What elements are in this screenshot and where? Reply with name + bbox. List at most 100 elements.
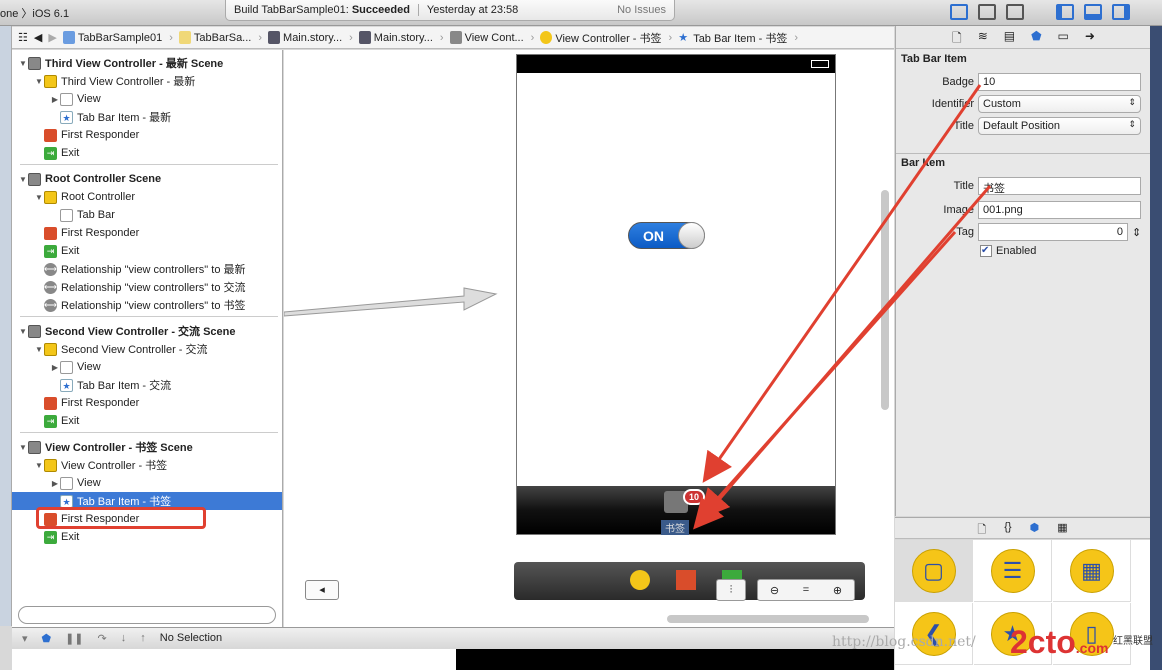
tab-bar[interactable]: 10 书签 [517,486,835,535]
hide-debug-icon[interactable]: ▾ [22,632,28,645]
relationship-segue-arrow[interactable] [284,280,516,320]
outline-item[interactable]: ▶ View [12,90,282,108]
code-snippet-icon[interactable]: {} [1004,521,1011,538]
step-into-icon[interactable]: ↓ [121,632,127,644]
assistant-editor-icon[interactable] [978,4,996,20]
disclosure-triangle[interactable]: ▶ [50,363,60,372]
bar-title-field[interactable]: 书签 [978,177,1141,195]
outline-item[interactable]: ▼ Third View Controller - 最新 [12,72,282,90]
utilities-toggle-icon[interactable] [1112,4,1130,20]
on-off-switch[interactable]: ON [628,222,705,249]
related-items-icon[interactable]: ☷ [18,31,28,44]
connections-inspector-icon[interactable]: ➜ [1085,29,1095,48]
crumb-tab-bar-item[interactable]: ★ Tab Bar Item - 书签 [678,30,798,46]
tab-item-title[interactable]: 书签 [661,520,689,535]
file-template-icon[interactable]: 🗋 [977,521,986,538]
vc-icon [44,342,57,356]
identity-inspector-icon[interactable]: ▤ [1004,29,1015,48]
back-icon[interactable]: ◀ [34,31,42,44]
quick-help-icon[interactable]: ≋ [978,29,988,48]
file-inspector-icon[interactable]: 🗋 [952,29,962,48]
view-controller-frame[interactable]: ON 10 书签 [516,54,836,535]
tag-stepper[interactable]: ⇕ [1132,226,1141,239]
disclosure-triangle[interactable]: ▼ [34,77,44,86]
standard-editor-icon[interactable] [950,4,968,20]
disclosure-triangle[interactable]: ▶ [50,479,60,488]
outline-item[interactable]: ▼ Root Controller [12,188,282,206]
build-time: Yesterday at 23:58 [426,4,519,16]
disclosure-triangle[interactable]: ▼ [18,327,28,336]
outline-item[interactable]: First Responder [12,224,282,242]
variables-view[interactable] [12,649,456,670]
library-item-table-view-controller[interactable]: ☰ [974,540,1052,602]
crumb-storyboard[interactable]: Main.story... [268,31,353,44]
size-inspector-icon[interactable]: ▭ [1058,29,1069,48]
media-library-icon[interactable]: ▦ [1057,521,1067,538]
outline-item[interactable]: First Responder [12,126,282,144]
outline-item[interactable]: ▼ Second View Controller - 交流 Scene [12,322,282,340]
image-combobox[interactable]: 001.png [978,201,1141,219]
outline-item[interactable]: ⇥ Exit [12,528,282,546]
disclosure-triangle[interactable]: ▼ [34,193,44,202]
canvas-horizontal-scrollbar[interactable] [667,615,869,623]
crumb-view-controller[interactable]: View Controller - 书签 [540,30,672,46]
outline-item-label: Relationship "view controllers" to 书签 [61,300,246,312]
outline-item[interactable]: ▼ View Controller - 书签 Scene [12,438,282,456]
crumb-storyboard-base[interactable]: Main.story... [358,31,444,44]
crumb-folder[interactable]: TabBarSa... [178,31,262,44]
debug-toggle-icon[interactable] [1084,4,1102,20]
resolve-autolayout-button[interactable]: ⫶ [716,579,746,601]
outline-item-label: View [77,93,101,105]
object-library-icon[interactable]: ⬢ [1030,521,1040,538]
disclosure-triangle[interactable]: ▶ [50,95,60,104]
library-item-collection-view-controller[interactable]: ▦ [1053,540,1131,602]
title-position-popup[interactable]: Default Position [978,117,1141,135]
disclosure-triangle[interactable]: ▼ [34,345,44,354]
navigator-toggle-icon[interactable] [1056,4,1074,20]
enabled-checkbox[interactable]: ✔ [980,245,992,257]
outline-item[interactable]: ⇥ Exit [12,144,282,162]
outline-item[interactable]: ▼ View Controller - 书签 [12,456,282,474]
version-editor-icon[interactable] [1006,4,1024,20]
outline-item[interactable]: ▶ View [12,474,282,492]
crumb-project[interactable]: TabBarSample01 [62,31,173,44]
library-item-view-controller[interactable]: ▢ [895,540,973,602]
disclosure-triangle[interactable]: ▼ [34,461,44,470]
console-view[interactable] [456,649,894,670]
zoom-fit-icon[interactable]: = [803,584,809,596]
outline-item[interactable]: ▶ View [12,358,282,376]
outline-item[interactable]: ⟷ Relationship "view controllers" to 书签 [12,296,282,314]
identifier-popup[interactable]: Custom [978,95,1141,113]
tag-field[interactable]: 0 [978,223,1128,241]
outline-item[interactable]: ⟷ Relationship "view controllers" to 交流 [12,278,282,296]
outline-item[interactable]: ⟷ Relationship "view controllers" to 最新 [12,260,282,278]
crumb-scene[interactable]: View Cont... [449,31,535,44]
badge-field[interactable]: 10 [978,73,1141,91]
view-controller-icon[interactable] [630,570,650,590]
outline-item[interactable]: ★ Tab Bar Item - 最新 [12,108,282,126]
first-responder-icon[interactable] [676,570,696,590]
zoom-in-icon[interactable]: ⊕ [833,584,842,597]
zoom-out-icon[interactable]: ⊖ [770,584,779,597]
outline-item[interactable]: ▼ Second View Controller - 交流 [12,340,282,358]
outline-item[interactable]: ⇥ Exit [12,242,282,260]
disclosure-triangle[interactable]: ▼ [18,175,28,184]
breakpoints-icon[interactable]: ⬟ [42,632,52,645]
outline-item[interactable]: ⇥ Exit [12,412,282,430]
outline-filter-input[interactable] [18,606,276,624]
step-out-icon[interactable]: ↑ [140,632,146,644]
hide-outline-button[interactable]: ◂ [305,580,339,600]
disclosure-triangle[interactable]: ▼ [18,443,28,452]
canvas-vertical-scrollbar[interactable] [881,190,889,410]
outline-item[interactable]: ▼ Third View Controller - 最新 Scene [12,54,282,72]
forward-icon[interactable]: ▶ [48,31,56,44]
disclosure-triangle[interactable]: ▼ [18,59,28,68]
outline-item[interactable]: ★ Tab Bar Item - 交流 [12,376,282,394]
attributes-inspector-icon[interactable]: ⬟ [1031,29,1041,48]
outline-item[interactable]: First Responder [12,394,282,412]
scheme-selector[interactable]: one 〉iOS 6.1 [0,5,69,21]
outline-item[interactable]: ▼ Root Controller Scene [12,170,282,188]
outline-item[interactable]: Tab Bar [12,206,282,224]
step-over-icon[interactable]: ↷ [98,632,107,645]
pause-icon[interactable]: ❚❚ [65,632,83,645]
